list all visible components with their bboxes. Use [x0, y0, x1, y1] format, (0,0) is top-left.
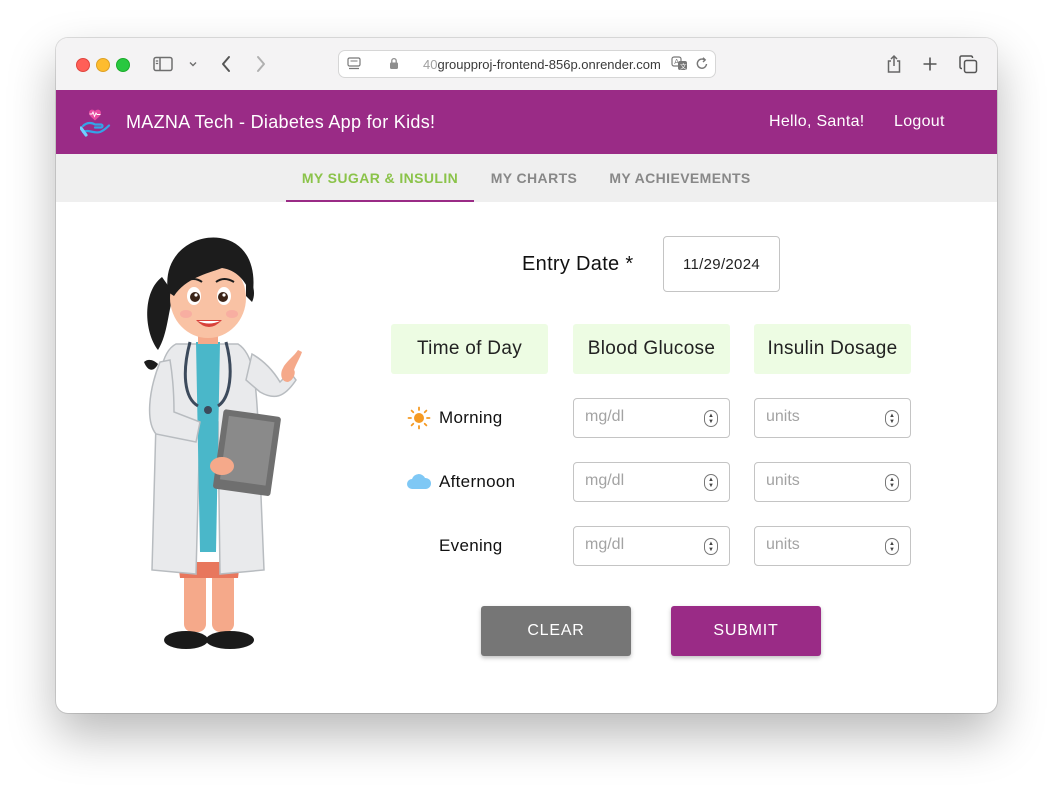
row-label-evening: Evening [406, 526, 503, 566]
tab-my-achievements[interactable]: MY ACHIEVEMENTS [594, 154, 766, 202]
morning-glucose-field[interactable]: ▲▼ [573, 398, 730, 438]
close-window-button[interactable] [76, 58, 90, 72]
forward-arrow-icon[interactable] [251, 52, 271, 76]
cloud-icon [406, 469, 432, 495]
tab-my-sugar-insulin[interactable]: MY SUGAR & INSULIN [286, 154, 474, 202]
afternoon-glucose-input[interactable] [574, 463, 705, 499]
svg-text:文: 文 [680, 61, 687, 70]
chevron-down-icon[interactable] [186, 52, 200, 76]
afternoon-insulin-input[interactable] [755, 463, 886, 499]
column-header-insulin-dosage: Insulin Dosage [754, 324, 911, 374]
stepper-arrows-icon[interactable]: ▲ ▼ [704, 538, 718, 555]
row-label-text: Evening [439, 536, 503, 555]
evening-glucose-field[interactable]: ▲▼ [573, 526, 730, 566]
back-arrow-icon[interactable] [216, 52, 236, 76]
heart-in-hand-icon [79, 107, 112, 139]
app-header: MAZNA Tech - Diabetes App for Kids! Hell… [56, 90, 997, 154]
evening-glucose-input[interactable] [574, 527, 705, 563]
new-tab-icon[interactable] [920, 52, 940, 76]
row-label-morning: Morning [406, 398, 503, 438]
user-greeting: Hello, Santa! [769, 113, 865, 130]
tab-overview-icon[interactable] [957, 52, 979, 76]
moon-icon [406, 533, 432, 559]
zoom-window-button[interactable] [116, 58, 130, 72]
reload-icon[interactable] [695, 56, 709, 76]
sun-icon [406, 405, 432, 431]
translate-icon[interactable]: A文 [671, 56, 689, 76]
morning-glucose-input[interactable] [574, 399, 705, 435]
logout-button[interactable]: Logout [894, 113, 945, 131]
stepper-arrows-icon[interactable]: ▲ ▼ [704, 474, 718, 491]
app-title: MAZNA Tech - Diabetes App for Kids! [126, 112, 436, 132]
clear-button[interactable]: CLEAR [481, 606, 631, 656]
morning-insulin-input[interactable] [755, 399, 886, 435]
row-label-afternoon: Afternoon [406, 462, 515, 502]
share-icon[interactable] [884, 52, 904, 76]
doctor-illustration [134, 222, 330, 662]
page-settings-icon[interactable] [347, 57, 361, 76]
address-bar[interactable]: 40groupproj-frontend-856p.onrender.com A… [338, 50, 716, 78]
row-label-text: Morning [439, 408, 503, 427]
column-header-time-of-day: Time of Day [391, 324, 548, 374]
browser-window: 40groupproj-frontend-856p.onrender.com A… [56, 38, 997, 713]
tab-bar: MY SUGAR & INSULIN MY CHARTS MY ACHIEVEM… [56, 154, 997, 202]
stepper-arrows-icon[interactable]: ▲ ▼ [885, 410, 899, 427]
entry-date-label: Entry Date * [522, 253, 634, 275]
evening-insulin-field[interactable]: ▲▼ [754, 526, 911, 566]
entry-date-field[interactable]: 11/29/2024 [663, 236, 780, 292]
afternoon-glucose-field[interactable]: ▲▼ [573, 462, 730, 502]
lock-icon [389, 57, 399, 75]
evening-insulin-input[interactable] [755, 527, 886, 563]
sidebar-icon[interactable] [152, 52, 174, 76]
browser-toolbar: 40groupproj-frontend-856p.onrender.com A… [56, 38, 997, 91]
morning-insulin-field[interactable]: ▲▼ [754, 398, 911, 438]
submit-button[interactable]: SUBMIT [671, 606, 821, 656]
afternoon-insulin-field[interactable]: ▲▼ [754, 462, 911, 502]
stepper-arrows-icon[interactable]: ▲ ▼ [885, 538, 899, 555]
stepper-arrows-icon[interactable]: ▲ ▼ [704, 410, 718, 427]
minimize-window-button[interactable] [96, 58, 110, 72]
stepper-arrows-icon[interactable]: ▲ ▼ [885, 474, 899, 491]
column-header-blood-glucose: Blood Glucose [573, 324, 730, 374]
row-label-text: Afternoon [439, 472, 516, 491]
tab-my-charts[interactable]: MY CHARTS [476, 154, 592, 202]
url-text[interactable]: 40groupproj-frontend-856p.onrender.com [423, 57, 661, 72]
